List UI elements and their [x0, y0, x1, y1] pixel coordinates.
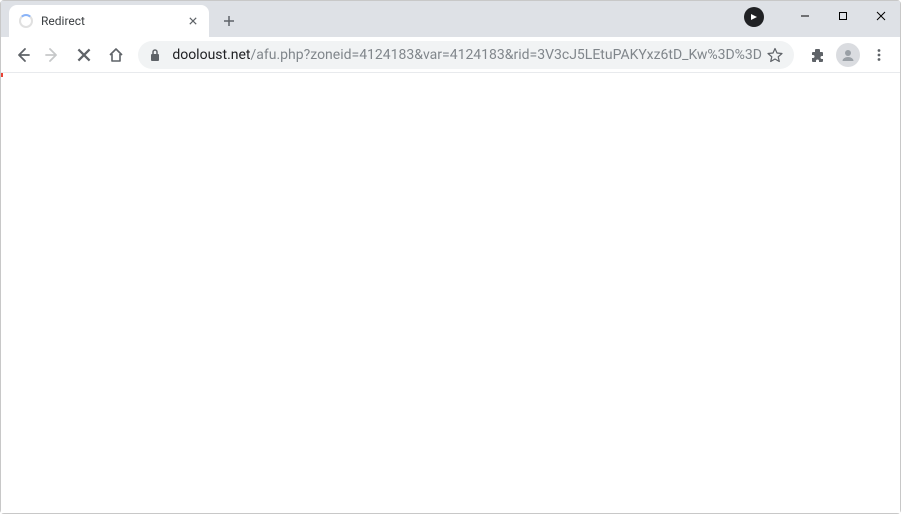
- stop-reload-button[interactable]: [70, 40, 99, 70]
- loading-spinner-icon: [19, 14, 33, 28]
- tab-title: Redirect: [41, 14, 185, 28]
- new-tab-button[interactable]: [215, 7, 243, 35]
- url-text: dooloust.net/afu.php?zoneid=4124183&var=…: [172, 47, 762, 63]
- lock-icon[interactable]: [148, 48, 162, 62]
- page-accent: [1, 73, 3, 77]
- browser-toolbar: dooloust.net/afu.php?zoneid=4124183&var=…: [1, 37, 900, 73]
- maximize-button[interactable]: [824, 1, 862, 31]
- page-content: [1, 73, 900, 513]
- profile-button[interactable]: [833, 40, 862, 70]
- home-button[interactable]: [101, 40, 130, 70]
- url-host: dooloust.net: [172, 47, 250, 63]
- browser-titlebar: Redirect: [1, 1, 900, 37]
- url-path: /afu.php?zoneid=4124183&var=4124183&rid=…: [251, 47, 762, 63]
- tab-close-button[interactable]: [185, 13, 201, 29]
- bookmark-star-icon[interactable]: [766, 46, 784, 64]
- forward-button: [38, 40, 67, 70]
- browser-tab[interactable]: Redirect: [9, 5, 209, 37]
- window-controls: [744, 1, 900, 31]
- media-control-icon[interactable]: [744, 7, 764, 27]
- minimize-button[interactable]: [786, 1, 824, 31]
- avatar-icon: [836, 43, 860, 67]
- close-window-button[interactable]: [862, 1, 900, 31]
- extensions-button[interactable]: [802, 40, 831, 70]
- menu-button[interactable]: [865, 40, 894, 70]
- back-button[interactable]: [7, 40, 36, 70]
- address-bar[interactable]: dooloust.net/afu.php?zoneid=4124183&var=…: [138, 41, 794, 69]
